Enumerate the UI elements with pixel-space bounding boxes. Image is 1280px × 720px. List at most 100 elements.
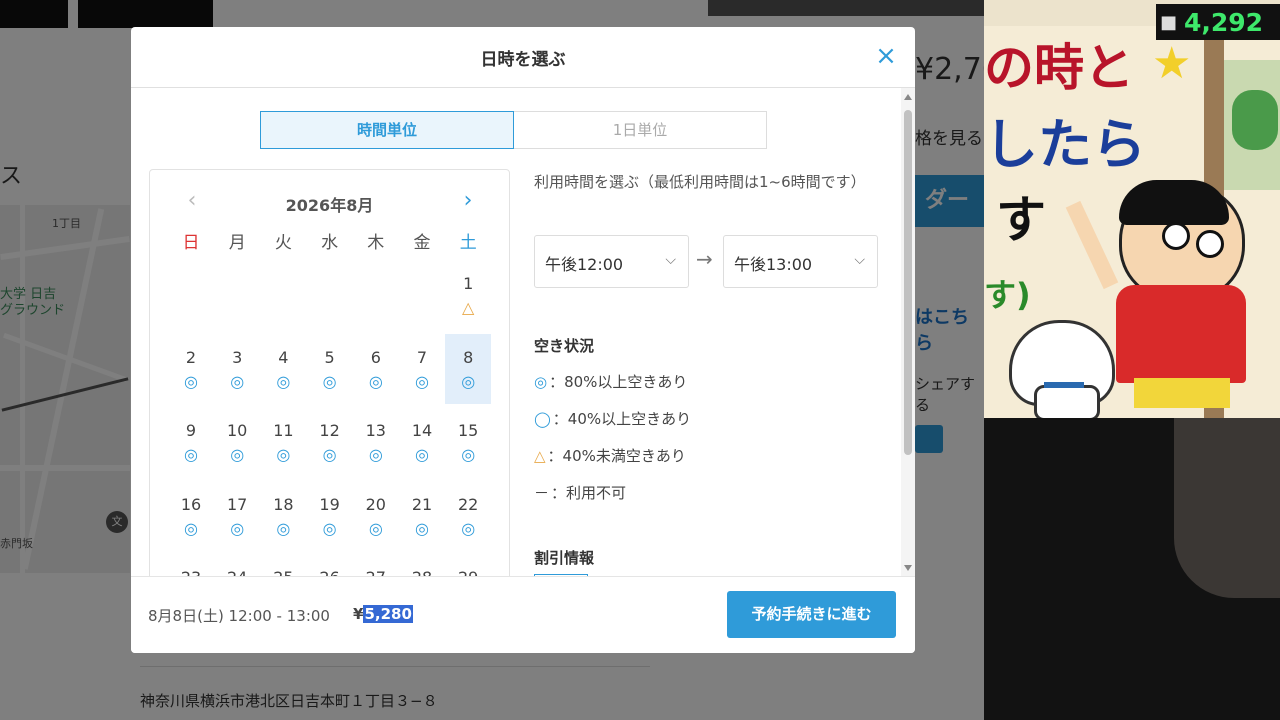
legend-text: ：40%以上空きあり xyxy=(552,410,692,428)
calendar-day[interactable]: 1 △ xyxy=(445,260,491,330)
calendar-day-number: 6 xyxy=(370,347,381,367)
calendar-day[interactable]: 23 xyxy=(168,554,214,577)
calendar-day-number: 7 xyxy=(416,347,428,367)
calendar-day[interactable]: 8 ◎ xyxy=(445,333,492,404)
availability-mark-icon: ◎ xyxy=(368,518,383,538)
legend-symbol-icon: ◎ xyxy=(534,373,548,391)
calendar-day-number: 23 xyxy=(168,554,214,577)
calendar-day[interactable]: 12 ◎ xyxy=(307,407,353,477)
price-amount: 5,280 xyxy=(363,605,413,623)
calendar-day[interactable]: 14 ◎ xyxy=(399,407,445,477)
calendar-day-number: 2 xyxy=(185,347,197,367)
weekday-label: 水 xyxy=(321,233,339,253)
calendar-day[interactable]: 21 ◎ xyxy=(399,481,445,551)
calendar-day-number: 3 xyxy=(232,347,243,367)
close-icon[interactable]: × xyxy=(871,41,901,71)
calendar-month-label: 2026年8月 xyxy=(285,196,374,215)
weekday-label: 火 xyxy=(274,233,292,253)
arrow-right-icon: → xyxy=(696,247,713,271)
calendar-day-number: 21 xyxy=(411,494,433,514)
illustration: の時と ★ したら す す) xyxy=(984,0,1280,418)
end-time-select[interactable]: 午後13:00 ⌵ xyxy=(723,235,878,288)
calendar-day[interactable]: 5 ◎ xyxy=(307,334,353,404)
next-month-icon[interactable]: › xyxy=(458,188,478,213)
calendar-day-number: 25 xyxy=(260,554,306,577)
calendar-day-number: 20 xyxy=(365,494,386,514)
modal-title: 日時を選ぶ xyxy=(480,50,566,70)
currency-symbol: ¥ xyxy=(353,605,364,623)
availability-mark-icon: ◎ xyxy=(322,371,337,391)
calendar-day-number: 14 xyxy=(411,421,433,440)
calendar-day[interactable]: 15 ◎ xyxy=(445,407,491,477)
calendar-day-number: 28 xyxy=(399,554,445,577)
scrollbar[interactable] xyxy=(901,88,915,577)
availability-mark-icon: ◎ xyxy=(276,371,291,391)
scroll-down-icon[interactable] xyxy=(904,565,912,571)
availability-mark-icon: ◎ xyxy=(230,445,245,464)
chevron-down-icon: ⌵ xyxy=(854,252,865,268)
availability-mark-icon: ◎ xyxy=(461,445,476,464)
weekday-label: 金 xyxy=(413,233,431,253)
calendar-day[interactable]: 13 ◎ xyxy=(353,407,399,477)
calendar-day[interactable]: 20 ◎ xyxy=(353,481,399,551)
legend-item: ◯ ：40%以上空きあり xyxy=(534,408,691,429)
modal-header: 日時を選ぶ × xyxy=(131,27,915,88)
calendar-day[interactable]: 25 xyxy=(260,554,306,577)
chevron-down-icon: ⌵ xyxy=(665,252,676,268)
calendar-day[interactable]: 6 ◎ xyxy=(353,334,399,404)
tab-hourly[interactable]: 時間単位 xyxy=(260,111,514,149)
scroll-up-icon[interactable] xyxy=(904,94,912,100)
availability-mark-icon: ◎ xyxy=(230,371,245,391)
calendar-day[interactable]: 28 xyxy=(399,554,445,577)
availability-mark-icon: ◎ xyxy=(184,445,198,464)
calendar-day[interactable]: 9 ◎ xyxy=(168,407,214,477)
proceed-button[interactable]: 予約手続きに進む xyxy=(727,591,896,638)
calendar-day[interactable]: 11 ◎ xyxy=(260,407,306,477)
availability-mark-icon: ◎ xyxy=(322,445,337,464)
end-time-value: 午後13:00 xyxy=(734,255,813,274)
modal-footer: 8月8日(土) 12:00 - 13:00 ¥5,280 予約手続きに進む xyxy=(131,576,915,653)
calendar-day[interactable]: 3 ◎ xyxy=(214,334,260,404)
illustration-text: す xyxy=(996,191,1046,249)
availability-mark-icon: ◎ xyxy=(276,518,291,538)
availability-mark-icon: ◎ xyxy=(230,518,245,538)
calendar-day[interactable]: 16 ◎ xyxy=(168,481,214,551)
weekday-label: 土 xyxy=(459,233,477,253)
calendar-day-number: 18 xyxy=(273,494,294,514)
total-price: ¥5,280 xyxy=(353,605,413,623)
calendar-day[interactable]: 17 ◎ xyxy=(214,481,260,551)
start-time-value: 午後12:00 xyxy=(545,255,624,274)
calendar-day[interactable]: 26 xyxy=(307,554,353,577)
legend-symbol-icon: － xyxy=(534,484,550,502)
weekday-label: 木 xyxy=(367,233,385,253)
calendar-day-number: 17 xyxy=(227,494,248,514)
calendar-day[interactable]: 19 ◎ xyxy=(307,481,353,551)
calendar-day[interactable]: 7 ◎ xyxy=(399,334,445,404)
calendar-day-number: 4 xyxy=(278,347,289,367)
availability-mark-icon: ◎ xyxy=(276,445,291,464)
calendar-day[interactable]: 29 xyxy=(445,554,491,577)
calendar-day[interactable]: 2 ◎ xyxy=(168,334,214,404)
calendar-day-number: 13 xyxy=(365,421,386,440)
calendar-day[interactable]: 27 xyxy=(353,554,399,577)
calendar-day[interactable]: 4 ◎ xyxy=(260,334,306,404)
legend-symbol-icon: ◯ xyxy=(534,410,551,428)
calendar-day[interactable]: 24 xyxy=(214,554,260,577)
calendar-day[interactable]: 18 ◎ xyxy=(260,481,306,551)
tab-daily[interactable]: 1日単位 xyxy=(514,111,767,149)
start-time-select[interactable]: 午後12:00 ⌵ xyxy=(534,235,689,288)
availability-mark-icon: ◎ xyxy=(322,518,337,538)
calendar-day-number: 26 xyxy=(307,554,353,577)
availability-mark-icon: ◎ xyxy=(184,518,198,538)
scroll-thumb[interactable] xyxy=(904,110,912,455)
calendar-day-number: 9 xyxy=(185,421,197,440)
time-range: 午後12:00 ⌵ → 午後13:00 ⌵ xyxy=(534,235,879,289)
weekday-label: 月 xyxy=(228,233,246,253)
legend-item: △ ：40%未満空きあり xyxy=(534,445,686,466)
availability-mark-icon: ◎ xyxy=(415,445,429,464)
selected-date-time: 8月8日(土) 12:00 - 13:00 xyxy=(148,607,330,625)
calendar-day[interactable]: 22 ◎ xyxy=(445,481,491,551)
calendar-day[interactable]: 10 ◎ xyxy=(214,407,260,477)
availability-mark-icon: ◎ xyxy=(415,518,429,538)
stream-side-panel: の時と ★ したら す す) ■ 4,292 xyxy=(984,0,1280,720)
